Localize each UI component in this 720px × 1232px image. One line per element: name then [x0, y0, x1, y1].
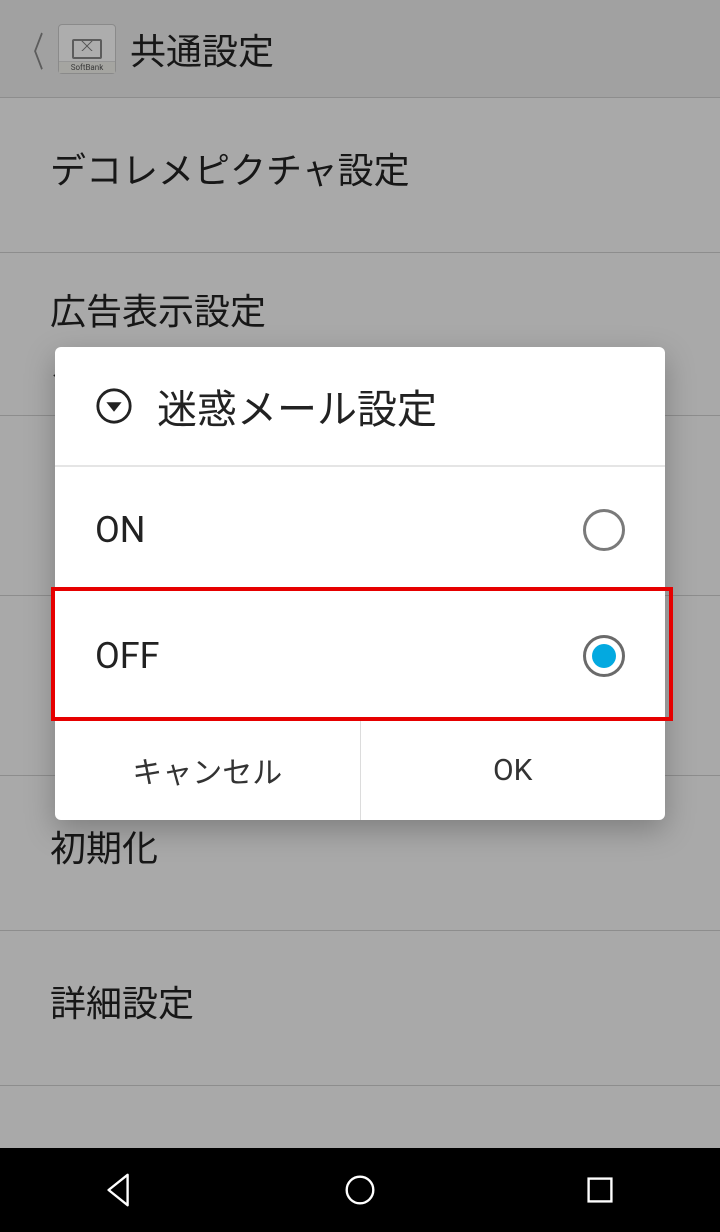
cancel-button[interactable]: キャンセル — [55, 720, 360, 820]
back-icon[interactable]: 〈 — [20, 20, 44, 78]
option-label: OFF — [95, 635, 160, 677]
settings-item-advanced[interactable]: 詳細設定 — [0, 931, 720, 1086]
ok-button[interactable]: OK — [360, 720, 666, 820]
dropdown-circle-icon — [95, 387, 133, 425]
dialog-actions: キャンセル OK — [55, 719, 665, 820]
settings-item-title: 広告表示設定 — [50, 283, 680, 335]
app-brand-label: SoftBank — [59, 61, 115, 73]
page-title: 共通設定 — [130, 23, 274, 75]
spam-setting-dialog: 迷惑メール設定 ON OFF キャンセル OK — [55, 347, 665, 820]
nav-recent-button[interactable] — [540, 1160, 660, 1220]
radio-on-icon[interactable] — [583, 635, 625, 677]
settings-item-title: 初期化 — [50, 820, 680, 872]
option-off[interactable]: OFF — [55, 593, 665, 719]
screen: 〈 SoftBank 共通設定 デコレメピクチャ設定 広告表示設定 メール詳細画… — [0, 0, 720, 1232]
settings-item-decome[interactable]: デコレメピクチャ設定 — [0, 98, 720, 253]
nav-home-button[interactable] — [300, 1160, 420, 1220]
radio-off-icon[interactable] — [583, 509, 625, 551]
dialog-header: 迷惑メール設定 — [55, 347, 665, 467]
dialog-options: ON OFF — [55, 467, 665, 719]
app-header: 〈 SoftBank 共通設定 — [0, 0, 720, 98]
dialog-title-text: 迷惑メール設定 — [157, 377, 437, 435]
settings-item-title: デコレメピクチャ設定 — [50, 142, 680, 194]
nav-back-button[interactable] — [60, 1160, 180, 1220]
option-on[interactable]: ON — [55, 467, 665, 593]
settings-item-title: 詳細設定 — [50, 975, 680, 1027]
option-label: ON — [95, 509, 145, 551]
android-navbar — [0, 1148, 720, 1232]
app-icon: SoftBank — [58, 24, 116, 74]
